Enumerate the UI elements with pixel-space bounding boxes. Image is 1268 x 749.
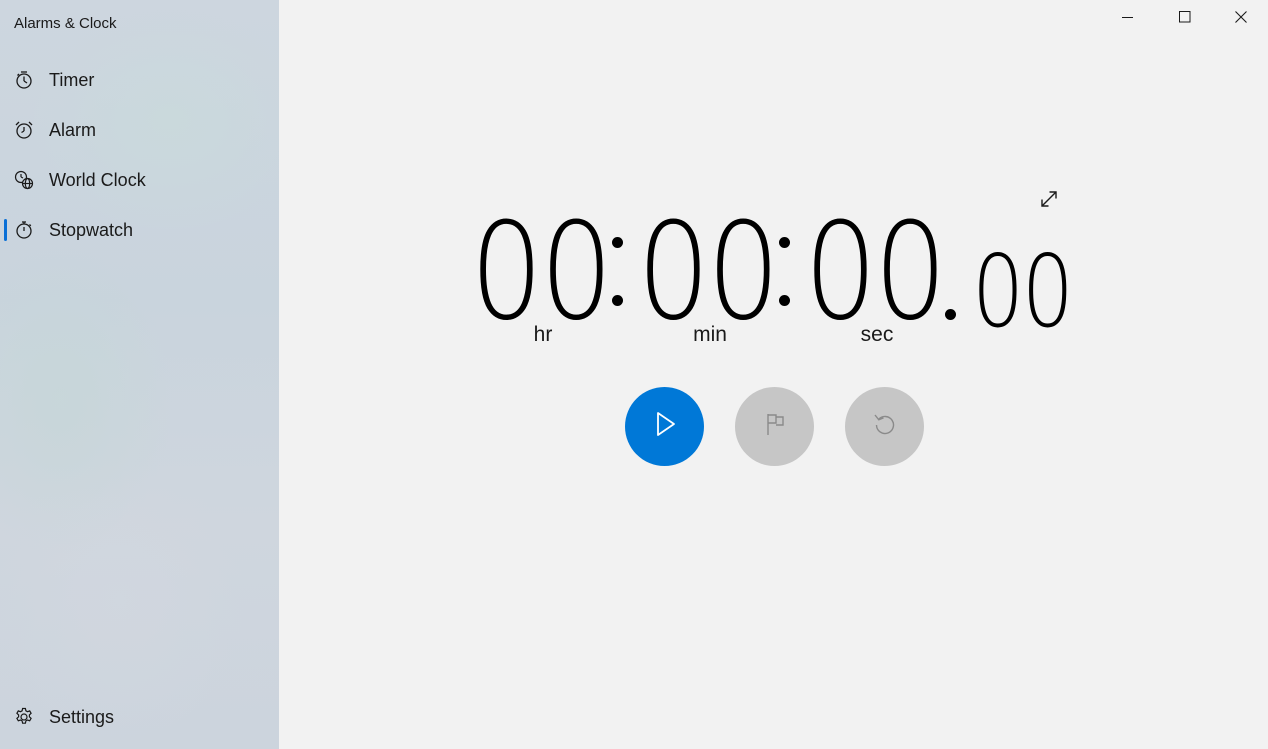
colon-dot-bottom — [612, 295, 623, 306]
minimize-button[interactable] — [1100, 0, 1156, 38]
timer-icon — [14, 70, 34, 90]
hundredths-display: 00 — [972, 233, 1074, 350]
sidebar-item-label: World Clock — [49, 169, 146, 190]
sidebar-item-alarm[interactable]: Alarm — [0, 108, 279, 152]
expand-icon — [1039, 189, 1059, 214]
app-title: Alarms & Clock — [14, 15, 117, 32]
seconds-unit-label: sec — [860, 323, 894, 346]
start-button[interactable] — [625, 387, 704, 466]
lap-button[interactable] — [735, 387, 814, 466]
sidebar-item-settings[interactable]: Settings — [0, 695, 279, 739]
hours-unit-label: hr — [533, 323, 553, 346]
close-icon — [1235, 10, 1247, 28]
reset-button[interactable] — [845, 387, 924, 466]
alarm-icon — [14, 120, 34, 140]
world-clock-icon — [14, 170, 34, 190]
app-window: Alarms & Clock Timer Alarm World Clock S… — [0, 0, 1268, 749]
minutes-display: 00 — [637, 194, 780, 350]
stopwatch-icon — [14, 220, 34, 240]
decimal-point — [945, 309, 956, 320]
sidebar-item-label: Timer — [49, 69, 95, 90]
maximize-button[interactable] — [1157, 0, 1213, 38]
minimize-icon — [1122, 10, 1134, 28]
sidebar: Alarms & Clock Timer Alarm World Clock S… — [0, 0, 279, 749]
maximize-icon — [1179, 10, 1191, 28]
gear-icon — [14, 707, 34, 727]
colon-dot-top — [779, 237, 790, 248]
sidebar-item-timer[interactable]: Timer — [0, 58, 279, 102]
colon-dot-top — [612, 237, 623, 248]
minutes-unit-label: min — [693, 323, 727, 346]
play-icon — [653, 411, 677, 442]
reset-icon — [872, 411, 898, 442]
seconds-display: 00 — [804, 194, 947, 350]
sidebar-item-label: Settings — [49, 706, 115, 727]
hours-display: 00 — [470, 194, 613, 350]
sidebar-item-label: Stopwatch — [49, 219, 134, 240]
expand-button[interactable] — [1036, 188, 1062, 214]
close-button[interactable] — [1213, 0, 1268, 38]
selection-indicator — [4, 219, 7, 241]
colon-dot-bottom — [779, 295, 790, 306]
sidebar-item-label: Alarm — [49, 119, 97, 140]
sidebar-item-world-clock[interactable]: World Clock — [0, 158, 279, 202]
flag-icon — [763, 411, 787, 442]
sidebar-item-stopwatch[interactable]: Stopwatch — [0, 208, 279, 252]
